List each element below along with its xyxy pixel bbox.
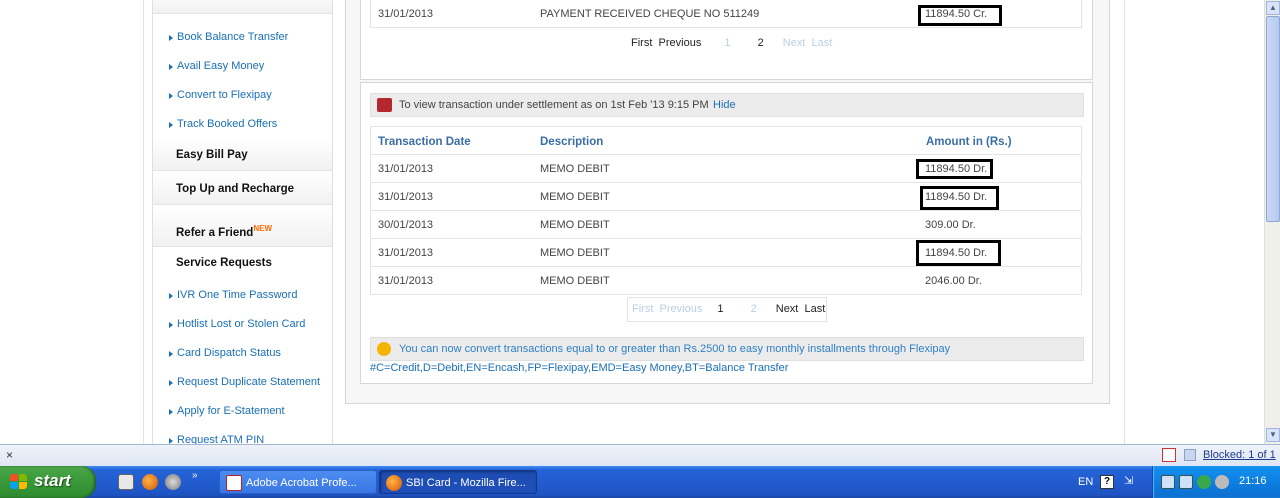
sidebar-link-convert-to-flexipay[interactable]: Convert to Flexipay bbox=[169, 89, 272, 101]
sidebar: Deals For You Book Balance Transfer Avai… bbox=[152, 0, 333, 444]
media-icon[interactable] bbox=[165, 474, 181, 490]
settlement-notice-bar: To view transaction under settlement as … bbox=[370, 93, 1084, 117]
task-acrobat[interactable]: Adobe Acrobat Profe... bbox=[219, 470, 377, 494]
sidebar-link-atm-pin[interactable]: Request ATM PIN bbox=[168, 434, 264, 444]
table-header: Transaction Date Description Amount in (… bbox=[370, 126, 1082, 155]
task-label: SBI Card - Mozilla Fire... bbox=[406, 477, 526, 489]
language-indicator[interactable]: EN bbox=[1078, 476, 1093, 488]
firefox-icon[interactable] bbox=[142, 474, 158, 490]
scroll-down-icon[interactable]: ▼ bbox=[1266, 428, 1280, 442]
task-label: Adobe Acrobat Profe... bbox=[246, 477, 357, 489]
row-amount: 309.00 Dr. bbox=[925, 219, 976, 231]
sidebar-link-duplicate-statement[interactable]: Request Duplicate Statement bbox=[168, 376, 320, 388]
content-divider bbox=[1124, 0, 1125, 444]
row-description: MEMO DEBIT bbox=[540, 219, 610, 231]
pager-page-1: 1 bbox=[717, 303, 724, 315]
acrobat-icon bbox=[226, 475, 242, 491]
antivirus-icon[interactable] bbox=[1215, 475, 1229, 489]
coin-icon bbox=[377, 342, 391, 356]
pager-first: First bbox=[632, 303, 654, 315]
quicklaunch-chevron-icon[interactable]: » bbox=[192, 470, 198, 481]
start-label: start bbox=[34, 471, 71, 490]
column-header-date: Transaction Date bbox=[378, 136, 471, 148]
hide-link[interactable]: Hide bbox=[713, 94, 736, 116]
pager-previous: Previous bbox=[659, 303, 703, 315]
column-header-description: Description bbox=[540, 136, 604, 148]
system-tray: 21:16 bbox=[1152, 466, 1280, 498]
row-date: 31/01/2013 bbox=[378, 275, 434, 287]
row-description: MEMO DEBIT bbox=[540, 275, 610, 287]
table-row: 31/01/2013 MEMO DEBIT 2046.00 Dr. bbox=[370, 267, 1082, 295]
show-desktop-icon[interactable] bbox=[118, 474, 134, 490]
sidebar-link-book-balance-transfer[interactable]: Book Balance Transfer bbox=[168, 31, 288, 43]
firefox-icon bbox=[386, 475, 402, 491]
q-icon[interactable] bbox=[1197, 475, 1211, 489]
column-header-amount: Amount in (Rs.) bbox=[926, 136, 1012, 148]
sidebar-item-refer-friend[interactable]: Refer a FriendNEW bbox=[153, 207, 332, 247]
deals-heading: Deals For You bbox=[153, 0, 332, 14]
language-bar-icon[interactable]: ⇲ bbox=[1124, 474, 1133, 487]
table-row: 30/01/2013 MEMO DEBIT 309.00 Dr. bbox=[370, 211, 1082, 239]
browser-content: Deals For You Book Balance Transfer Avai… bbox=[0, 0, 1264, 444]
sidebar-link-hotlist-card[interactable]: Hotlist Lost or Stolen Card bbox=[168, 318, 305, 330]
row-description: PAYMENT RECEIVED CHEQUE NO 511249 bbox=[540, 8, 760, 20]
popup-icon bbox=[1184, 449, 1196, 461]
highlight-box bbox=[916, 240, 1001, 266]
flag-icon bbox=[377, 98, 392, 112]
new-badge: NEW bbox=[253, 224, 272, 233]
row-amount: 2046.00 Dr. bbox=[925, 275, 982, 287]
sidebar-item-top-up[interactable]: Top Up and Recharge bbox=[153, 173, 332, 205]
start-button[interactable]: start bbox=[0, 466, 96, 498]
row-date: 31/01/2013 bbox=[378, 247, 434, 259]
settlement-notice: To view transaction under settlement as … bbox=[399, 99, 709, 111]
sidebar-link-avail-easy-money[interactable]: Avail Easy Money bbox=[168, 60, 264, 72]
highlight-box bbox=[920, 186, 999, 210]
pager-previous[interactable]: Previous bbox=[659, 37, 702, 49]
sidebar-link-track-booked-offers[interactable]: Track Booked Offers bbox=[168, 118, 277, 130]
pager-page-2: 2 bbox=[757, 37, 764, 49]
highlight-box bbox=[916, 159, 993, 179]
flexipay-notice-bar: You can now convert transactions equal t… bbox=[370, 337, 1084, 361]
addon-icon[interactable] bbox=[1162, 448, 1176, 462]
pager-page-1[interactable]: 1 bbox=[724, 37, 730, 49]
refer-friend-label: Refer a Friend bbox=[176, 226, 254, 239]
network-icon[interactable] bbox=[1161, 475, 1175, 489]
pager-last[interactable]: Last bbox=[805, 303, 826, 315]
clock: 21:16 bbox=[1239, 475, 1267, 487]
code-legend: #C=Credit,D=Debit,EN=Encash,FP=Flexipay,… bbox=[370, 362, 789, 374]
sidebar-link-card-dispatch-status[interactable]: Card Dispatch Status bbox=[169, 347, 281, 359]
flexipay-notice[interactable]: You can now convert transactions equal t… bbox=[399, 338, 950, 360]
content-divider bbox=[143, 0, 144, 444]
settlement-pager: First Previous 1 2 Next Last bbox=[627, 297, 827, 322]
popup-notification-bar: × Blocked: 1 of 1 bbox=[0, 444, 1280, 466]
row-date: 31/01/2013 bbox=[378, 191, 434, 203]
sidebar-item-easy-bill-pay[interactable]: Easy Bill Pay bbox=[153, 139, 332, 171]
pager-next: Next bbox=[782, 37, 806, 49]
sidebar-link-e-statement[interactable]: Apply for E-Statement bbox=[169, 405, 285, 417]
sidebar-link-ivr-otp[interactable]: IVR One Time Password bbox=[168, 289, 297, 301]
pager-next[interactable]: Next bbox=[776, 303, 799, 315]
scroll-thumb[interactable] bbox=[1266, 16, 1280, 222]
windows-logo-icon bbox=[10, 474, 28, 490]
pager-first[interactable]: First bbox=[631, 37, 652, 49]
highlight-box bbox=[918, 5, 1002, 26]
pager-page-2[interactable]: 2 bbox=[751, 303, 757, 315]
scroll-up-icon[interactable]: ▲ bbox=[1266, 1, 1280, 15]
row-description: MEMO DEBIT bbox=[540, 191, 610, 203]
help-icon[interactable]: ? bbox=[1100, 475, 1114, 489]
row-date: 31/01/2013 bbox=[378, 8, 434, 20]
taskbar: start » Adobe Acrobat Profe... SBI Card … bbox=[0, 466, 1280, 498]
task-firefox[interactable]: SBI Card - Mozilla Fire... bbox=[379, 470, 537, 494]
row-description: MEMO DEBIT bbox=[540, 163, 610, 175]
blocked-popup-link[interactable]: Blocked: 1 of 1 bbox=[1203, 449, 1276, 461]
network-icon[interactable] bbox=[1179, 475, 1193, 489]
service-requests-heading: Service Requests bbox=[153, 247, 332, 279]
row-date: 31/01/2013 bbox=[378, 163, 434, 175]
vertical-scrollbar[interactable]: ▲ ▼ bbox=[1264, 0, 1280, 444]
statement-pager: First Previous 1 2 Next Last bbox=[631, 37, 832, 49]
pager-last: Last bbox=[811, 37, 833, 49]
close-icon[interactable]: × bbox=[6, 448, 13, 462]
row-date: 30/01/2013 bbox=[378, 219, 434, 231]
row-description: MEMO DEBIT bbox=[540, 247, 610, 259]
